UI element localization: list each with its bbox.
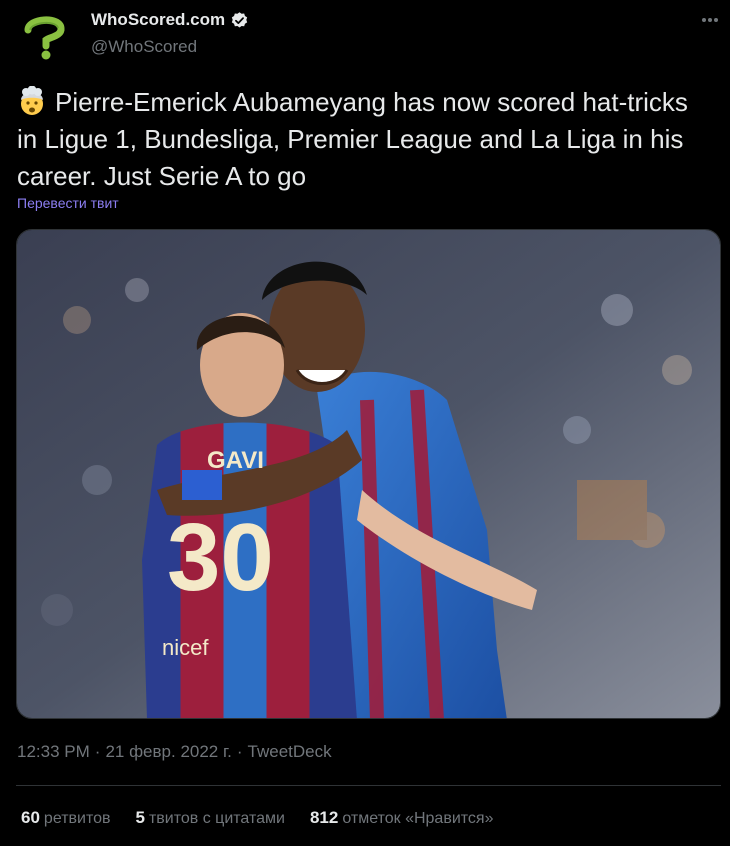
tweet-photo[interactable]: GAVI 30 nicef (16, 229, 721, 719)
shirt-number-text: 30 (167, 504, 274, 611)
more-options-icon[interactable] (697, 10, 723, 30)
avatar[interactable] (16, 8, 72, 64)
tweet-source[interactable]: TweetDeck (248, 742, 332, 761)
quotes-count: 5 (135, 808, 145, 827)
tweet-date[interactable]: 21 февр. 2022 г. (105, 742, 231, 761)
display-name[interactable]: WhoScored.com (91, 10, 225, 30)
shirt-name-text: GAVI (207, 447, 264, 474)
tweet-time[interactable]: 12:33 PM (17, 742, 90, 761)
likes-stat[interactable]: 812 отметок «Нравится» (310, 808, 494, 828)
tweet-text: Pierre-Emerick Aubameyang has now scored… (17, 84, 707, 195)
quotes-label: твитов с цитатами (148, 810, 285, 827)
tweet-body: Pierre-Emerick Aubameyang has now scored… (17, 87, 688, 191)
translate-tweet-link[interactable]: Перевести твит (17, 195, 119, 211)
divider (16, 785, 721, 786)
user-handle[interactable]: @WhoScored (91, 37, 197, 57)
tweet-header: WhoScored.com @WhoScored (0, 0, 730, 70)
sponsor-text: nicef (162, 635, 209, 660)
likes-count: 812 (309, 808, 339, 827)
retweets-stat[interactable]: 60 ретвитов (21, 808, 111, 828)
likes-label: отметок «Нравится» (342, 810, 494, 827)
verified-badge-icon (231, 11, 248, 28)
tweet-meta: 12:33 PM · 21 февр. 2022 г. · TweetDeck (17, 742, 332, 761)
tweet-stats: 60 ретвитов 5 твитов с цитатами 812 отметок… (21, 808, 518, 828)
retweets-count: 60 (21, 808, 40, 827)
retweets-label: ретвитов (43, 810, 111, 827)
question-mark-logo-icon (24, 16, 65, 60)
photo-players-celebrating: GAVI 30 nicef (17, 230, 720, 718)
quotes-stat[interactable]: 5 твитов с цитатами (136, 808, 285, 828)
exploding-head-emoji (21, 86, 43, 115)
